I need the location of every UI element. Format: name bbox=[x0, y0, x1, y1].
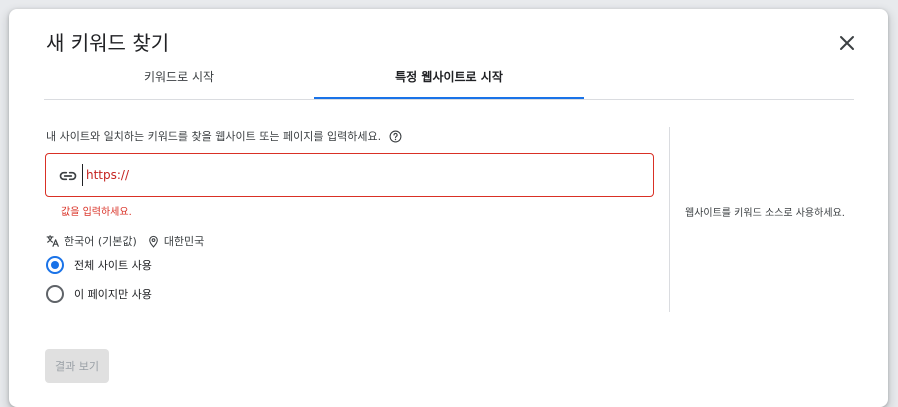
location-pin-icon bbox=[148, 235, 158, 248]
link-icon bbox=[59, 171, 77, 181]
tab-bar: 키워드로 시작 특정 웹사이트로 시작 bbox=[44, 63, 854, 100]
location-label[interactable]: 대한민국 bbox=[164, 233, 204, 249]
help-circle-icon[interactable] bbox=[389, 130, 402, 143]
url-prompt: 내 사이트와 일치하는 키워드를 찾을 웹사이트 또는 페이지를 입력하세요. bbox=[46, 129, 402, 145]
close-icon[interactable] bbox=[835, 31, 859, 55]
radio-use-this-page-only[interactable]: 이 페이지만 사용 bbox=[46, 284, 152, 304]
radio-label: 전체 사이트 사용 bbox=[74, 259, 152, 272]
column-divider bbox=[669, 127, 670, 312]
language-label[interactable]: 한국어 (기본값) bbox=[64, 233, 137, 249]
radio-unchecked-icon[interactable] bbox=[46, 285, 64, 303]
url-field bbox=[45, 153, 654, 197]
active-tab-indicator bbox=[314, 97, 584, 99]
radio-label: 이 페이지만 사용 bbox=[74, 288, 152, 301]
keyword-planner-dialog: 새 키워드 찾기 키워드로 시작 특정 웹사이트로 시작 내 사이트와 일치하는… bbox=[9, 9, 888, 407]
url-prompt-text: 내 사이트와 일치하는 키워드를 찾을 웹사이트 또는 페이지를 입력하세요. bbox=[46, 130, 382, 143]
translate-icon bbox=[46, 235, 59, 247]
radio-checked-icon[interactable] bbox=[46, 256, 64, 274]
get-results-button[interactable]: 결과 보기 bbox=[45, 349, 109, 383]
tab-start-with-keywords[interactable]: 키워드로 시작 bbox=[44, 63, 314, 99]
tab-start-with-website[interactable]: 특정 웹사이트로 시작 bbox=[314, 63, 584, 99]
url-input[interactable] bbox=[82, 164, 646, 186]
dialog-title: 새 키워드 찾기 bbox=[46, 31, 170, 55]
url-error-message: 값을 입력하세요. bbox=[61, 207, 132, 218]
side-note: 웹사이트를 키워드 소스로 사용하세요. bbox=[685, 208, 845, 219]
locale-settings: 한국어 (기본값) 대한민국 bbox=[46, 232, 204, 250]
radio-use-entire-site[interactable]: 전체 사이트 사용 bbox=[46, 255, 152, 275]
